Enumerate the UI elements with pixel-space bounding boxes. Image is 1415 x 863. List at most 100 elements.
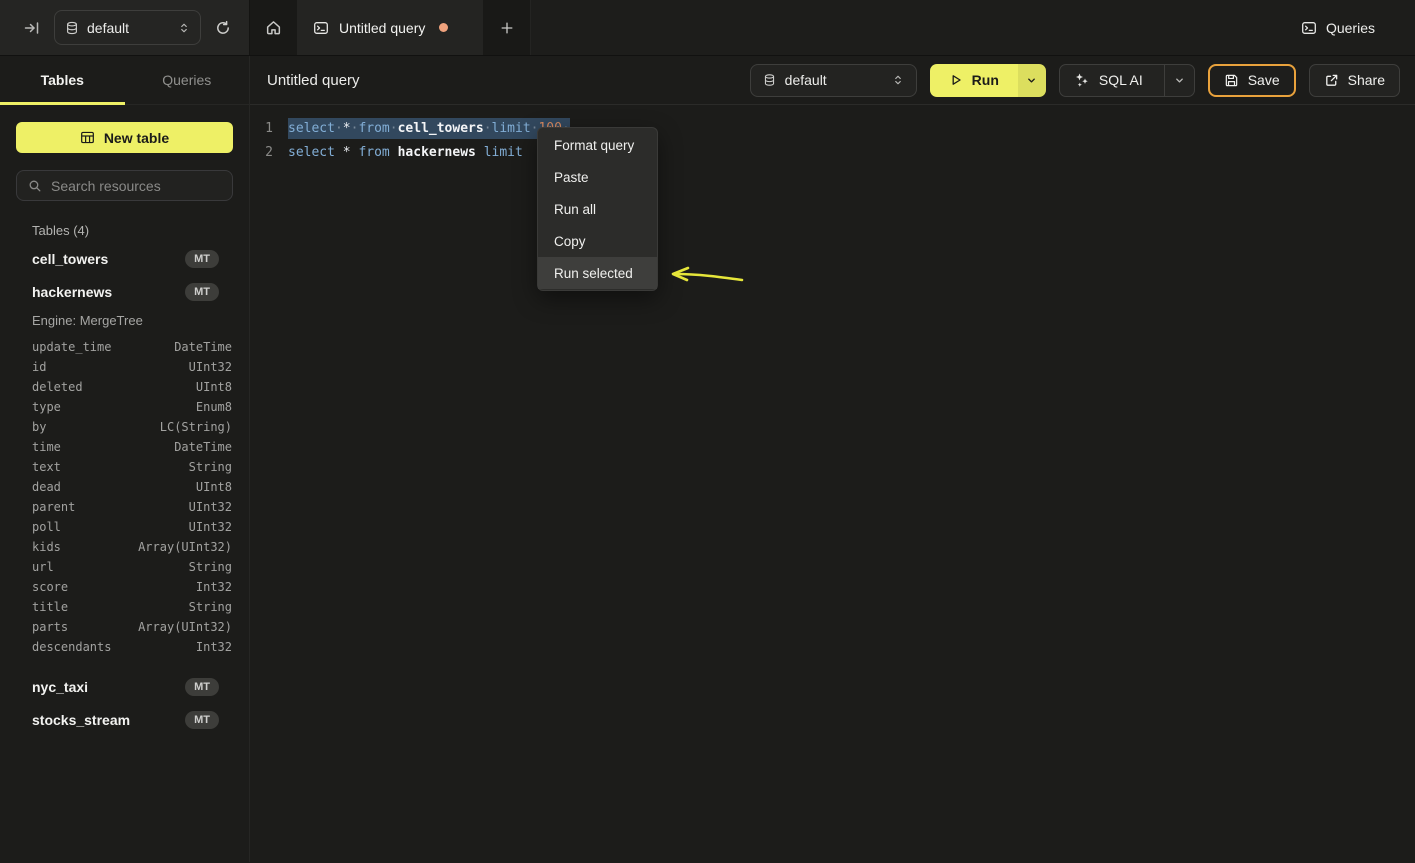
column-type: UInt8 (196, 380, 232, 394)
table-name: hackernews (32, 284, 185, 300)
column-name: text (32, 460, 189, 474)
sidebar-tabs: Tables Queries (0, 56, 250, 105)
token: from (358, 121, 389, 136)
token: · (335, 121, 343, 136)
share-label: Share (1348, 72, 1385, 88)
code-line: 2select * from hackernews limit (250, 140, 1415, 164)
column-type: Array(UInt32) (138, 540, 232, 554)
sidebar-tab-queries[interactable]: Queries (125, 56, 250, 104)
menu-item-paste[interactable]: Paste (538, 161, 657, 193)
column-type: UInt32 (189, 520, 232, 534)
table-columns: update_timeDateTimeidUInt32deletedUInt8t… (16, 337, 233, 657)
menu-item-run-selected[interactable]: Run selected (538, 257, 657, 289)
table-item-stocks_stream[interactable]: stocks_streamMT (16, 703, 233, 736)
new-table-button[interactable]: New table (16, 122, 233, 153)
run-split-button: Run (930, 64, 1046, 97)
database-selector-value: default (785, 72, 883, 88)
token: cell_towers (398, 121, 484, 136)
run-button[interactable]: Run (930, 64, 1018, 97)
query-toolbar: Untitled query default (250, 56, 1415, 105)
token (390, 145, 398, 160)
tab-label: Untitled query (339, 20, 425, 36)
menu-item-format-query[interactable]: Format query (538, 129, 657, 161)
chevron-updown-icon (178, 21, 190, 35)
column-row: idUInt32 (16, 357, 233, 377)
table-list: cell_towersMThackernewsMTEngine: MergeTr… (16, 242, 233, 736)
save-button[interactable]: Save (1208, 64, 1296, 97)
column-name: parts (32, 620, 138, 634)
sql-ai-button[interactable]: SQL AI (1059, 64, 1195, 97)
refresh-icon[interactable] (211, 16, 235, 40)
run-options-button[interactable] (1018, 64, 1046, 97)
sql-ai-options-button[interactable] (1164, 65, 1194, 96)
menu-item-copy[interactable]: Copy (538, 225, 657, 257)
tab-untitled-query[interactable]: Untitled query (297, 0, 483, 55)
column-name: score (32, 580, 196, 594)
column-name: dead (32, 480, 196, 494)
new-tab-button[interactable] (483, 0, 531, 55)
code-line: 1select·*·from·cell_towers·limit·100· (250, 116, 1415, 140)
chevron-down-icon (1174, 75, 1185, 86)
collapse-sidebar-icon[interactable] (20, 16, 44, 40)
database-selector[interactable]: default (750, 64, 917, 97)
column-type: Int32 (196, 640, 232, 654)
annotation-arrow-icon (658, 257, 750, 289)
column-type: DateTime (174, 340, 232, 354)
column-row: update_timeDateTime (16, 337, 233, 357)
column-type: Enum8 (196, 400, 232, 414)
column-type: Int32 (196, 580, 232, 594)
top-bar: default (0, 0, 1415, 56)
share-button[interactable]: Share (1309, 64, 1400, 97)
column-row: timeDateTime (16, 437, 233, 457)
queries-panel-button[interactable]: Queries (1301, 20, 1375, 36)
chevron-updown-icon (892, 73, 904, 87)
home-icon (265, 19, 282, 36)
column-row: titleString (16, 597, 233, 617)
table-engine-label: Engine: MergeTree (16, 308, 233, 332)
active-tab-underline (0, 102, 125, 105)
token: limit (492, 121, 531, 136)
column-name: kids (32, 540, 138, 554)
table-name: cell_towers (32, 251, 185, 267)
table-item-cell_towers[interactable]: cell_towersMT (16, 242, 233, 275)
search-box (16, 170, 233, 201)
column-row: typeEnum8 (16, 397, 233, 417)
table-item-nyc_taxi[interactable]: nyc_taxiMT (16, 670, 233, 703)
sql-editor[interactable]: 1select·*·from·cell_towers·limit·100·2se… (250, 105, 1415, 862)
token: * (343, 121, 351, 136)
database-selector-value: default (87, 20, 170, 36)
search-input[interactable] (51, 178, 232, 194)
token: * (335, 145, 358, 160)
database-icon (65, 21, 79, 35)
column-row: urlString (16, 557, 233, 577)
column-row: scoreInt32 (16, 577, 233, 597)
table-item-hackernews[interactable]: hackernewsMT (16, 275, 233, 308)
column-name: by (32, 420, 160, 434)
table-name: nyc_taxi (32, 679, 185, 695)
chevron-down-icon (1026, 75, 1037, 86)
sparkles-icon (1074, 72, 1090, 88)
run-label: Run (972, 72, 999, 88)
menu-item-run-all[interactable]: Run all (538, 193, 657, 225)
column-row: deadUInt8 (16, 477, 233, 497)
column-name: time (32, 440, 174, 454)
token: select (288, 145, 335, 160)
sidebar-tab-tables[interactable]: Tables (0, 56, 125, 104)
line-number: 2 (250, 145, 273, 160)
play-icon (949, 73, 963, 87)
selection-highlight: select·*·from·cell_towers·limit·100· (288, 118, 570, 139)
token: limit (484, 145, 523, 160)
query-title: Untitled query (267, 72, 360, 89)
home-tab[interactable] (250, 0, 297, 55)
queries-label: Queries (1326, 20, 1375, 36)
database-selector-top[interactable]: default (54, 10, 201, 45)
column-type: Array(UInt32) (138, 620, 232, 634)
column-row: kidsArray(UInt32) (16, 537, 233, 557)
column-name: id (32, 360, 189, 374)
unsaved-changes-dot (439, 23, 448, 32)
column-type: UInt32 (189, 360, 232, 374)
column-name: descendants (32, 640, 196, 654)
column-row: partsArray(UInt32) (16, 617, 233, 637)
table-grid-icon (80, 130, 95, 145)
token: from (358, 145, 389, 160)
